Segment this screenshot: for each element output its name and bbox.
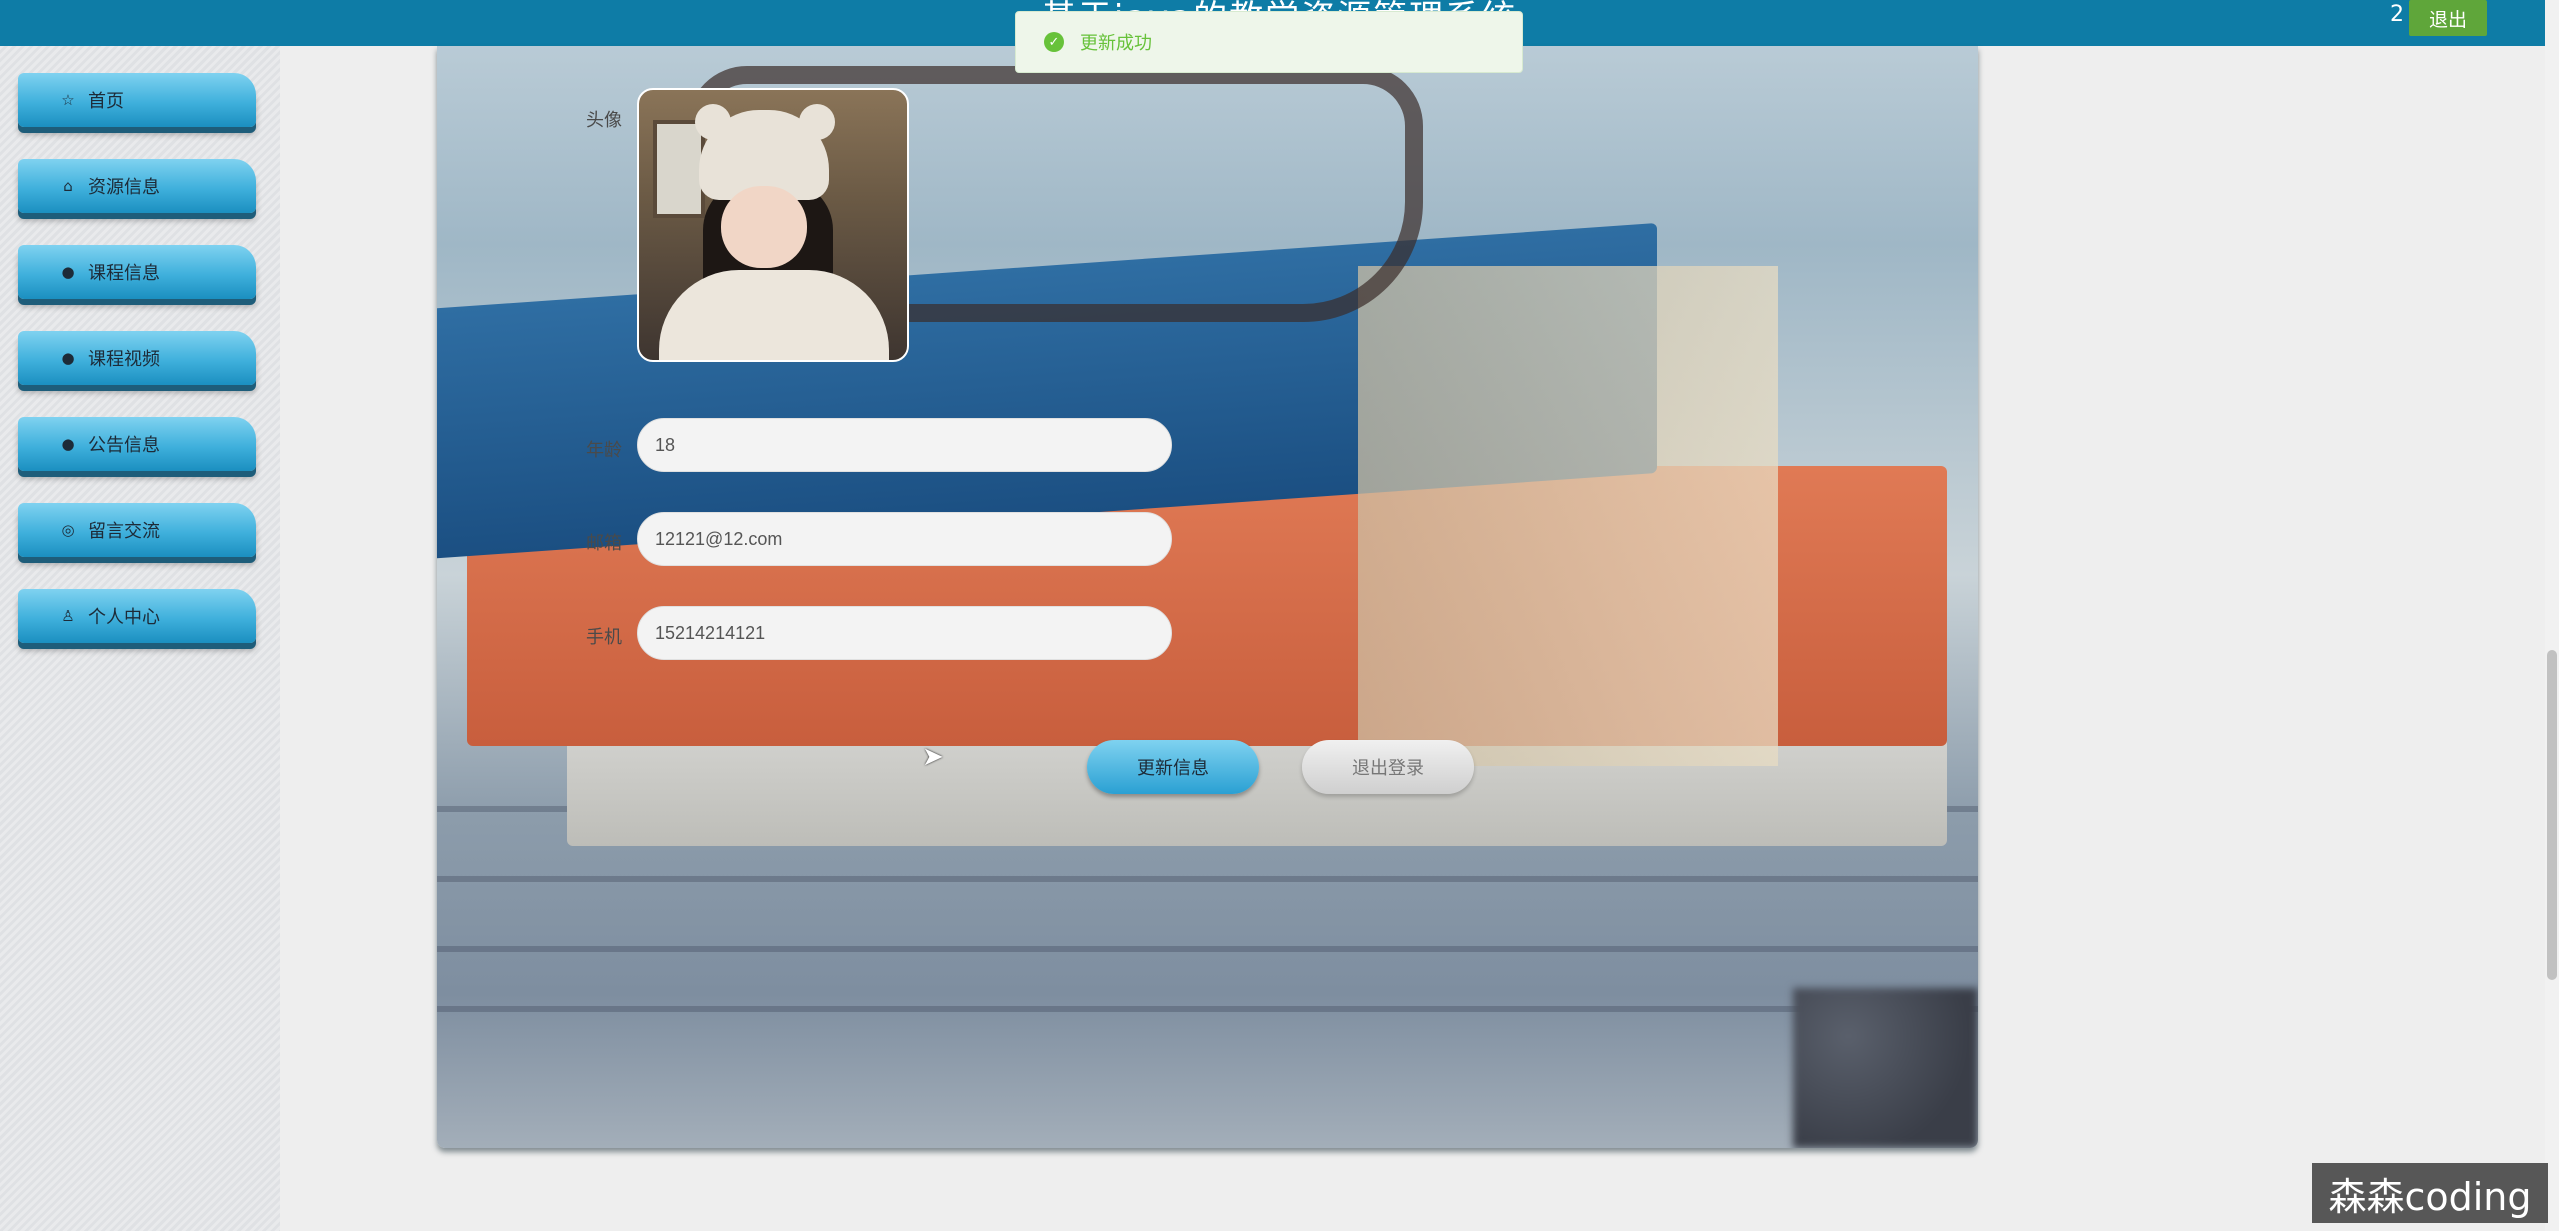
sidebar-item-notices[interactable]: ● 公告信息 [18, 417, 256, 471]
scrollbar-thumb[interactable] [2547, 650, 2557, 980]
info-icon: ● [61, 263, 75, 281]
success-toast: ✓ 更新成功 [1015, 11, 1523, 73]
avatar[interactable] [637, 88, 909, 362]
toast-message: 更新成功 [1080, 33, 1152, 54]
question-icon: ● [61, 349, 75, 367]
avatar-face [721, 186, 807, 268]
avatar-label: 头像 [586, 110, 622, 131]
phone-field[interactable]: 15214214121 [637, 606, 1172, 660]
email-label: 邮箱 [586, 533, 622, 554]
sidebar-item-resources[interactable]: ⌂ 资源信息 [18, 159, 256, 213]
sidebar-item-messages[interactable]: ◎ 留言交流 [18, 503, 256, 557]
watermark: 森森coding [2312, 1163, 2548, 1223]
mouse-cursor-icon: ➤ [922, 742, 944, 772]
sidebar-item-label: 课程信息 [88, 263, 160, 284]
sidebar-item-profile[interactable]: ♙ 个人中心 [18, 589, 256, 643]
sidebar-item-courses[interactable]: ● 课程信息 [18, 245, 256, 299]
username: 2 [2390, 2, 2404, 27]
message-icon: ◎ [61, 521, 75, 539]
sidebar-item-label: 首页 [88, 91, 124, 112]
bag-icon: ⌂ [63, 177, 73, 195]
user-icon: ♙ [61, 607, 75, 625]
sidebar-item-videos[interactable]: ● 课程视频 [18, 331, 256, 385]
deck-board-line [437, 876, 1978, 882]
sidebar-item-label: 个人中心 [88, 607, 160, 628]
check-circle-icon: ✓ [1044, 32, 1064, 52]
avatar-coat [659, 270, 889, 360]
background-shadow [1793, 988, 1978, 1148]
sidebar-item-label: 课程视频 [88, 349, 160, 370]
age-label: 年龄 [586, 440, 622, 461]
phone-label: 手机 [586, 627, 622, 648]
info-icon: ● [61, 435, 75, 453]
sidebar-item-label: 留言交流 [88, 521, 160, 542]
book-pages-image [1358, 266, 1778, 766]
sidebar: ☆ 首页 ⌂ 资源信息 ● 课程信息 ● 课程视频 ● 公告信息 ◎ 留言交流 … [0, 46, 280, 1231]
signout-button[interactable]: 退出登录 [1302, 740, 1474, 794]
sidebar-item-label: 资源信息 [88, 177, 160, 198]
update-info-button[interactable]: 更新信息 [1087, 740, 1259, 794]
logout-button[interactable]: 退出 [2409, 0, 2487, 36]
deck-board-line [437, 1006, 1978, 1012]
email-field[interactable]: 12121@12.com [637, 512, 1172, 566]
star-icon: ☆ [61, 91, 75, 109]
avatar-window [653, 120, 705, 218]
sidebar-item-label: 公告信息 [88, 435, 160, 456]
deck-board-line [437, 946, 1978, 952]
sidebar-item-home[interactable]: ☆ 首页 [18, 73, 256, 127]
age-field[interactable]: 18 [637, 418, 1172, 472]
page-scrollbar[interactable] [2545, 0, 2559, 1231]
